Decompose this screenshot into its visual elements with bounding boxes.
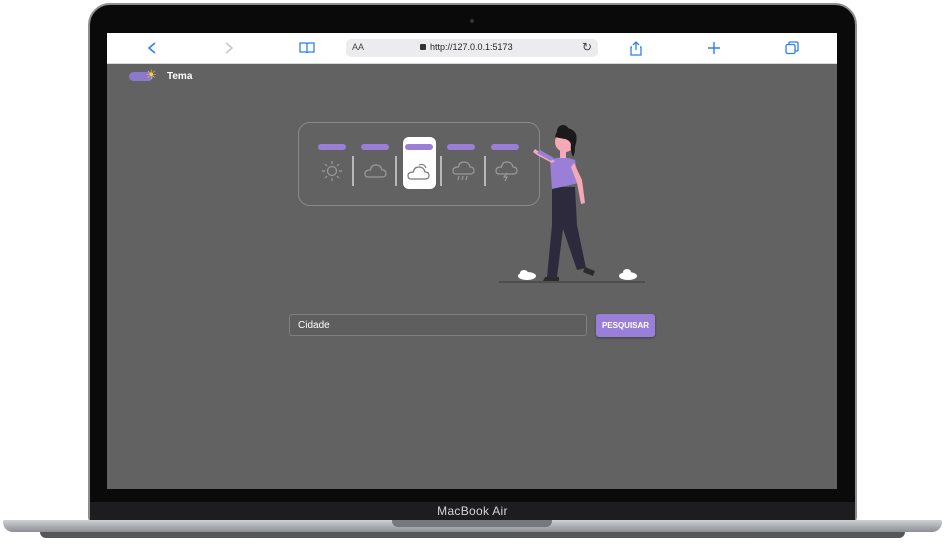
person-illustration (499, 125, 645, 283)
lock-icon (420, 44, 426, 50)
tabs-icon[interactable] (783, 39, 801, 57)
address-bar[interactable]: AA http://127.0.0.1:5173 ↻ (346, 39, 598, 57)
screen: AA http://127.0.0.1:5173 ↻ ☀ Tema Cidade… (107, 33, 837, 489)
theme-toggle[interactable]: ☀ Tema (129, 68, 193, 82)
toggle-switch[interactable]: ☀ (129, 68, 157, 81)
theme-label: Tema (167, 71, 193, 82)
partly-cloudy-icon (407, 163, 430, 180)
divider (440, 156, 442, 186)
divider (484, 156, 486, 186)
divider (395, 156, 397, 186)
new-tab-icon[interactable] (705, 39, 723, 57)
forward-icon[interactable] (220, 39, 238, 57)
laptop-notch (392, 520, 552, 527)
laptop-foot (40, 532, 905, 538)
sun-icon: ☀ (145, 67, 157, 82)
city-search-input[interactable] (289, 314, 587, 336)
weather-bar (361, 144, 389, 150)
share-icon[interactable] (627, 39, 645, 57)
bookmarks-icon[interactable] (298, 39, 316, 57)
weather-bar (405, 144, 433, 150)
text-size-button[interactable]: AA (352, 42, 364, 52)
brand-label: MacBook Air (437, 504, 508, 518)
weather-bar (447, 144, 475, 150)
back-icon[interactable] (143, 39, 161, 57)
rain-icon (452, 161, 475, 181)
browser-toolbar: AA http://127.0.0.1:5173 ↻ (107, 33, 837, 64)
camera (470, 19, 474, 23)
weather-bar (318, 144, 346, 150)
laptop-mockup: MacBook Air AA http://127.0.0.1:5173 ↻ ☀… (0, 0, 945, 545)
sun-icon (322, 161, 342, 181)
search-button[interactable]: PESQUISAR (596, 314, 655, 337)
divider (352, 156, 354, 186)
url-text: http://127.0.0.1:5173 (430, 42, 513, 52)
cloud-icon (364, 164, 387, 178)
reload-icon[interactable]: ↻ (582, 40, 592, 54)
